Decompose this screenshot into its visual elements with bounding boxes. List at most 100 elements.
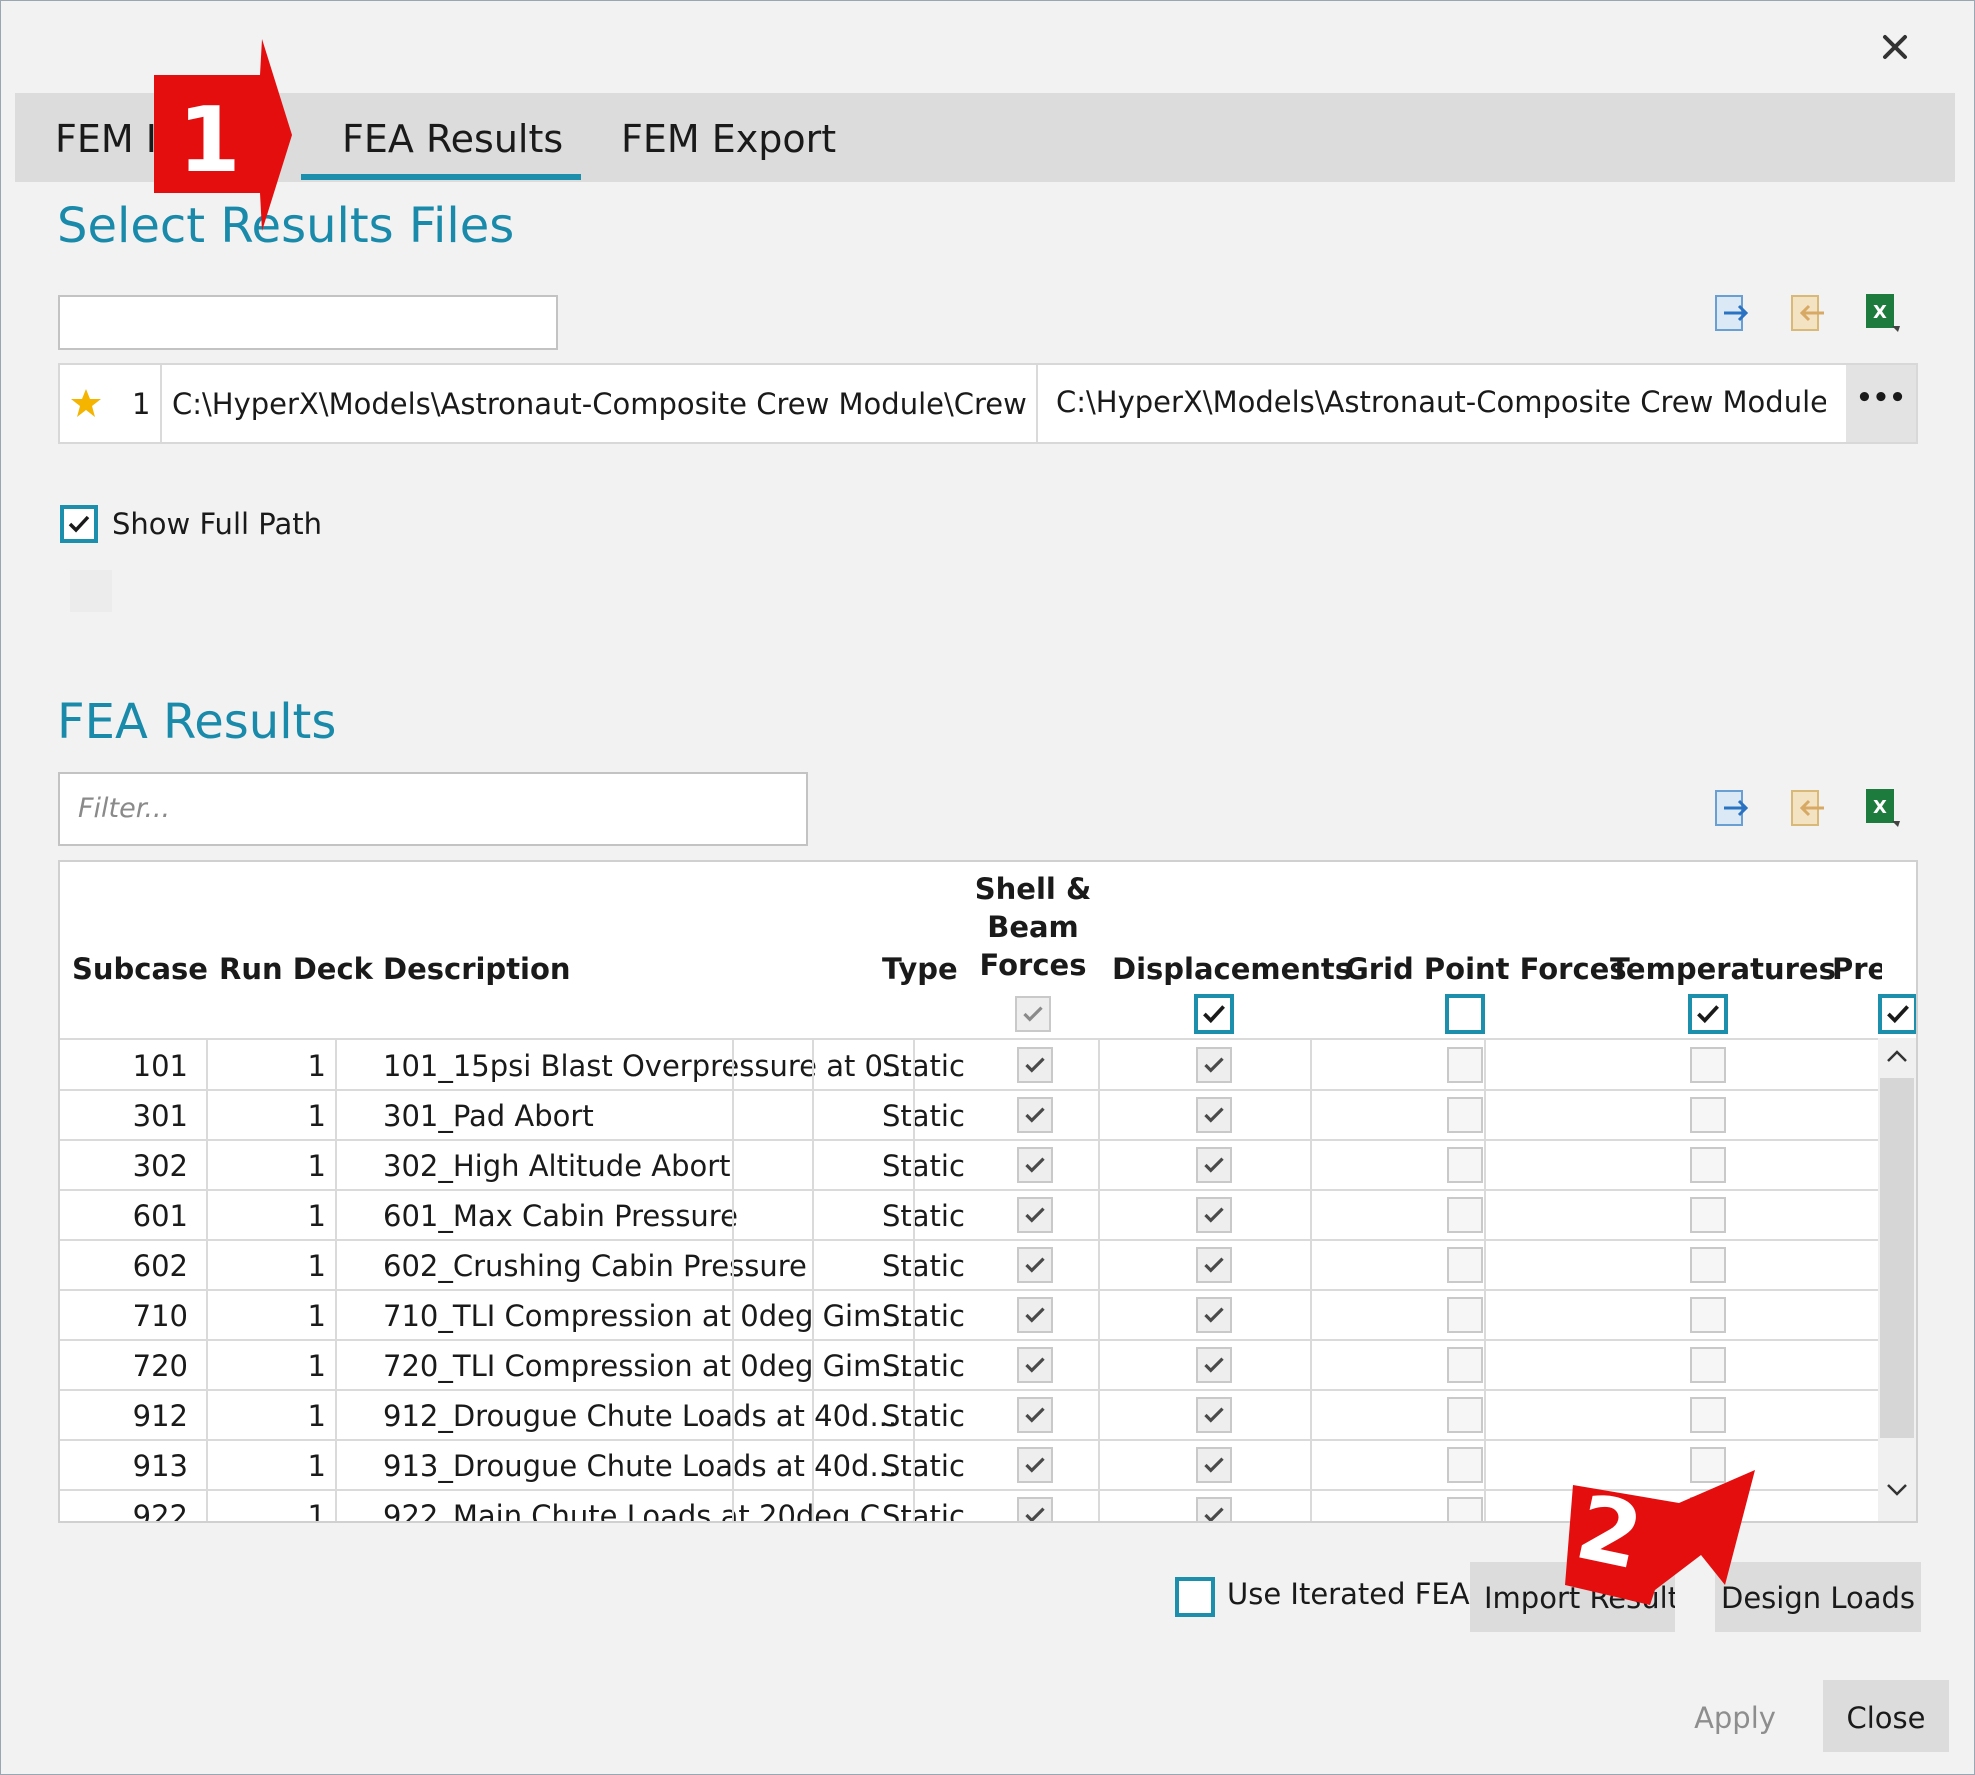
temperatures-checkbox[interactable] — [1690, 1097, 1726, 1133]
import-icon[interactable] — [1788, 785, 1828, 829]
scrollbar-thumb[interactable] — [1880, 1078, 1914, 1438]
grid-point-forces-checkbox[interactable] — [1447, 1447, 1483, 1483]
temperatures-checkbox[interactable] — [1690, 1247, 1726, 1283]
shell-beam-forces-checkbox[interactable] — [1017, 1347, 1053, 1383]
grid-point-forces-checkbox[interactable] — [1447, 1097, 1483, 1133]
table-row[interactable]: 912 1 912_Drougue Chute Loads at 40d... Sta… — [60, 1390, 1880, 1440]
close-icon[interactable] — [1870, 22, 1920, 72]
col-header-displacements[interactable]: Displacements — [1112, 952, 1352, 986]
show-full-path-checkbox[interactable] — [60, 505, 98, 543]
grid-point-forces-checkbox[interactable] — [1447, 1497, 1483, 1521]
col-header-shell-beam-forces[interactable]: Shell & Beam Forces — [972, 872, 1094, 982]
filter-input[interactable]: Filter... — [58, 772, 808, 846]
temperatures-checkbox[interactable] — [1690, 1047, 1726, 1083]
header-checkbox-pressures[interactable] — [1878, 994, 1916, 1034]
vertical-scrollbar[interactable] — [1878, 1038, 1916, 1521]
temperatures-checkbox[interactable] — [1690, 1197, 1726, 1233]
col-header-temperatures[interactable]: Temperatures — [1610, 952, 1836, 986]
checkmark-icon — [1204, 1207, 1224, 1223]
cell-type: Static — [882, 1449, 965, 1483]
header-checkbox-grid-point-forces[interactable] — [1445, 994, 1485, 1034]
shell-beam-forces-checkbox[interactable] — [1017, 1247, 1053, 1283]
header-checkbox-displacements[interactable] — [1194, 994, 1234, 1034]
displacements-checkbox[interactable] — [1196, 1447, 1232, 1483]
grid-point-forces-checkbox[interactable] — [1447, 1047, 1483, 1083]
grid-point-forces-checkbox[interactable] — [1447, 1147, 1483, 1183]
column-divider — [206, 1040, 208, 1521]
export-icon[interactable] — [1712, 785, 1752, 829]
grid-point-forces-checkbox[interactable] — [1447, 1197, 1483, 1233]
import-icon[interactable] — [1788, 290, 1828, 334]
cell-type: Static — [882, 1299, 965, 1333]
filter-placeholder: Filter... — [78, 793, 171, 824]
displacements-checkbox[interactable] — [1196, 1297, 1232, 1333]
shell-beam-forces-checkbox[interactable] — [1017, 1497, 1053, 1521]
grid-point-forces-checkbox[interactable] — [1447, 1297, 1483, 1333]
apply-button[interactable]: Apply — [1642, 1680, 1828, 1752]
shell-beam-forces-checkbox[interactable] — [1017, 1447, 1053, 1483]
displacements-checkbox[interactable] — [1196, 1397, 1232, 1433]
use-iterated-fea-checkbox[interactable] — [1175, 1577, 1215, 1617]
displacements-checkbox[interactable] — [1196, 1497, 1232, 1521]
results-file-row[interactable]: 1 C:\HyperX\Models\Astronaut-Composite C… — [58, 363, 1918, 444]
tab-bar: FEM Import FEA Results FEM Export — [15, 93, 1955, 182]
shell-beam-forces-checkbox[interactable] — [1017, 1097, 1053, 1133]
table-row[interactable]: 710 1 710_TLI Compression at 0deg Gim... St… — [60, 1290, 1880, 1340]
checkmark-icon — [1023, 1006, 1043, 1022]
cell-subcase: 710 — [132, 1299, 188, 1333]
tab-fea-results[interactable]: FEA Results — [342, 93, 563, 182]
displacements-checkbox[interactable] — [1196, 1047, 1232, 1083]
table-row[interactable]: 101 1 101_15psi Blast Overpressure at 0...… — [60, 1040, 1880, 1090]
export-icon[interactable] — [1712, 290, 1752, 334]
file-index: 1 — [132, 387, 151, 421]
col-header-description[interactable]: Description — [383, 952, 571, 986]
grid-point-forces-checkbox[interactable] — [1447, 1397, 1483, 1433]
tab-label: FEA Results — [342, 117, 564, 161]
chevron-up-icon[interactable] — [1882, 1044, 1912, 1068]
close-button[interactable]: Close — [1823, 1680, 1949, 1752]
displacements-checkbox[interactable] — [1196, 1097, 1232, 1133]
grid-point-forces-checkbox[interactable] — [1447, 1247, 1483, 1283]
cell-type: Static — [882, 1149, 965, 1183]
displacements-checkbox[interactable] — [1196, 1347, 1232, 1383]
col-header-type[interactable]: Type — [882, 952, 958, 986]
table-row[interactable]: 601 1 601_Max Cabin Pressure Static — [60, 1190, 1880, 1240]
excel-icon[interactable]: X — [1862, 785, 1902, 829]
shell-beam-forces-checkbox[interactable] — [1017, 1147, 1053, 1183]
browse-more-button[interactable]: ••• — [1846, 365, 1916, 442]
temperatures-checkbox[interactable] — [1690, 1347, 1726, 1383]
excel-icon[interactable]: X — [1862, 290, 1902, 334]
star-icon[interactable] — [70, 387, 102, 419]
col-header-grid-point-forces[interactable]: Grid Point Forces — [1345, 952, 1627, 986]
displacements-checkbox[interactable] — [1196, 1197, 1232, 1233]
cell-type: Static — [882, 1249, 965, 1283]
file-path-primary: C:\HyperX\Models\Astronaut-Composite Cre… — [172, 387, 1028, 421]
displacements-checkbox[interactable] — [1196, 1247, 1232, 1283]
shell-beam-forces-checkbox[interactable] — [1017, 1197, 1053, 1233]
shell-beam-forces-checkbox[interactable] — [1017, 1297, 1053, 1333]
table-row[interactable]: 301 1 301_Pad Abort Static — [60, 1090, 1880, 1140]
cell-subcase: 601 — [132, 1199, 188, 1233]
shell-beam-forces-checkbox[interactable] — [1017, 1397, 1053, 1433]
column-divider — [335, 1040, 337, 1521]
results-file-search-input[interactable] — [58, 295, 558, 350]
col-header-pressures[interactable]: Pressu — [1832, 952, 1882, 986]
temperatures-checkbox[interactable] — [1690, 1297, 1726, 1333]
col-header-run-deck[interactable]: Run Deck — [219, 952, 373, 986]
chevron-down-icon[interactable] — [1882, 1478, 1912, 1502]
tab-fem-export[interactable]: FEM Export — [621, 93, 836, 182]
col-header-subcase[interactable]: Subcase — [72, 952, 208, 986]
table-row[interactable]: 302 1 302_High Altitude Abort Static — [60, 1140, 1880, 1190]
temperatures-checkbox[interactable] — [1690, 1147, 1726, 1183]
grid-point-forces-checkbox[interactable] — [1447, 1347, 1483, 1383]
displacements-checkbox[interactable] — [1196, 1147, 1232, 1183]
table-row[interactable]: 720 1 720_TLI Compression at 0deg Gim... St… — [60, 1340, 1880, 1390]
table-row[interactable]: 602 1 602_Crushing Cabin Pressure Static — [60, 1240, 1880, 1290]
header-checkbox-shell-beam-forces[interactable] — [1015, 996, 1051, 1032]
header-checkbox-temperatures[interactable] — [1688, 994, 1728, 1034]
temperatures-checkbox[interactable] — [1690, 1397, 1726, 1433]
shell-beam-forces-checkbox[interactable] — [1017, 1047, 1053, 1083]
checkmark-icon — [1025, 1057, 1045, 1073]
cell-run-deck: 1 — [307, 1399, 326, 1433]
checkmark-icon — [1025, 1507, 1045, 1521]
